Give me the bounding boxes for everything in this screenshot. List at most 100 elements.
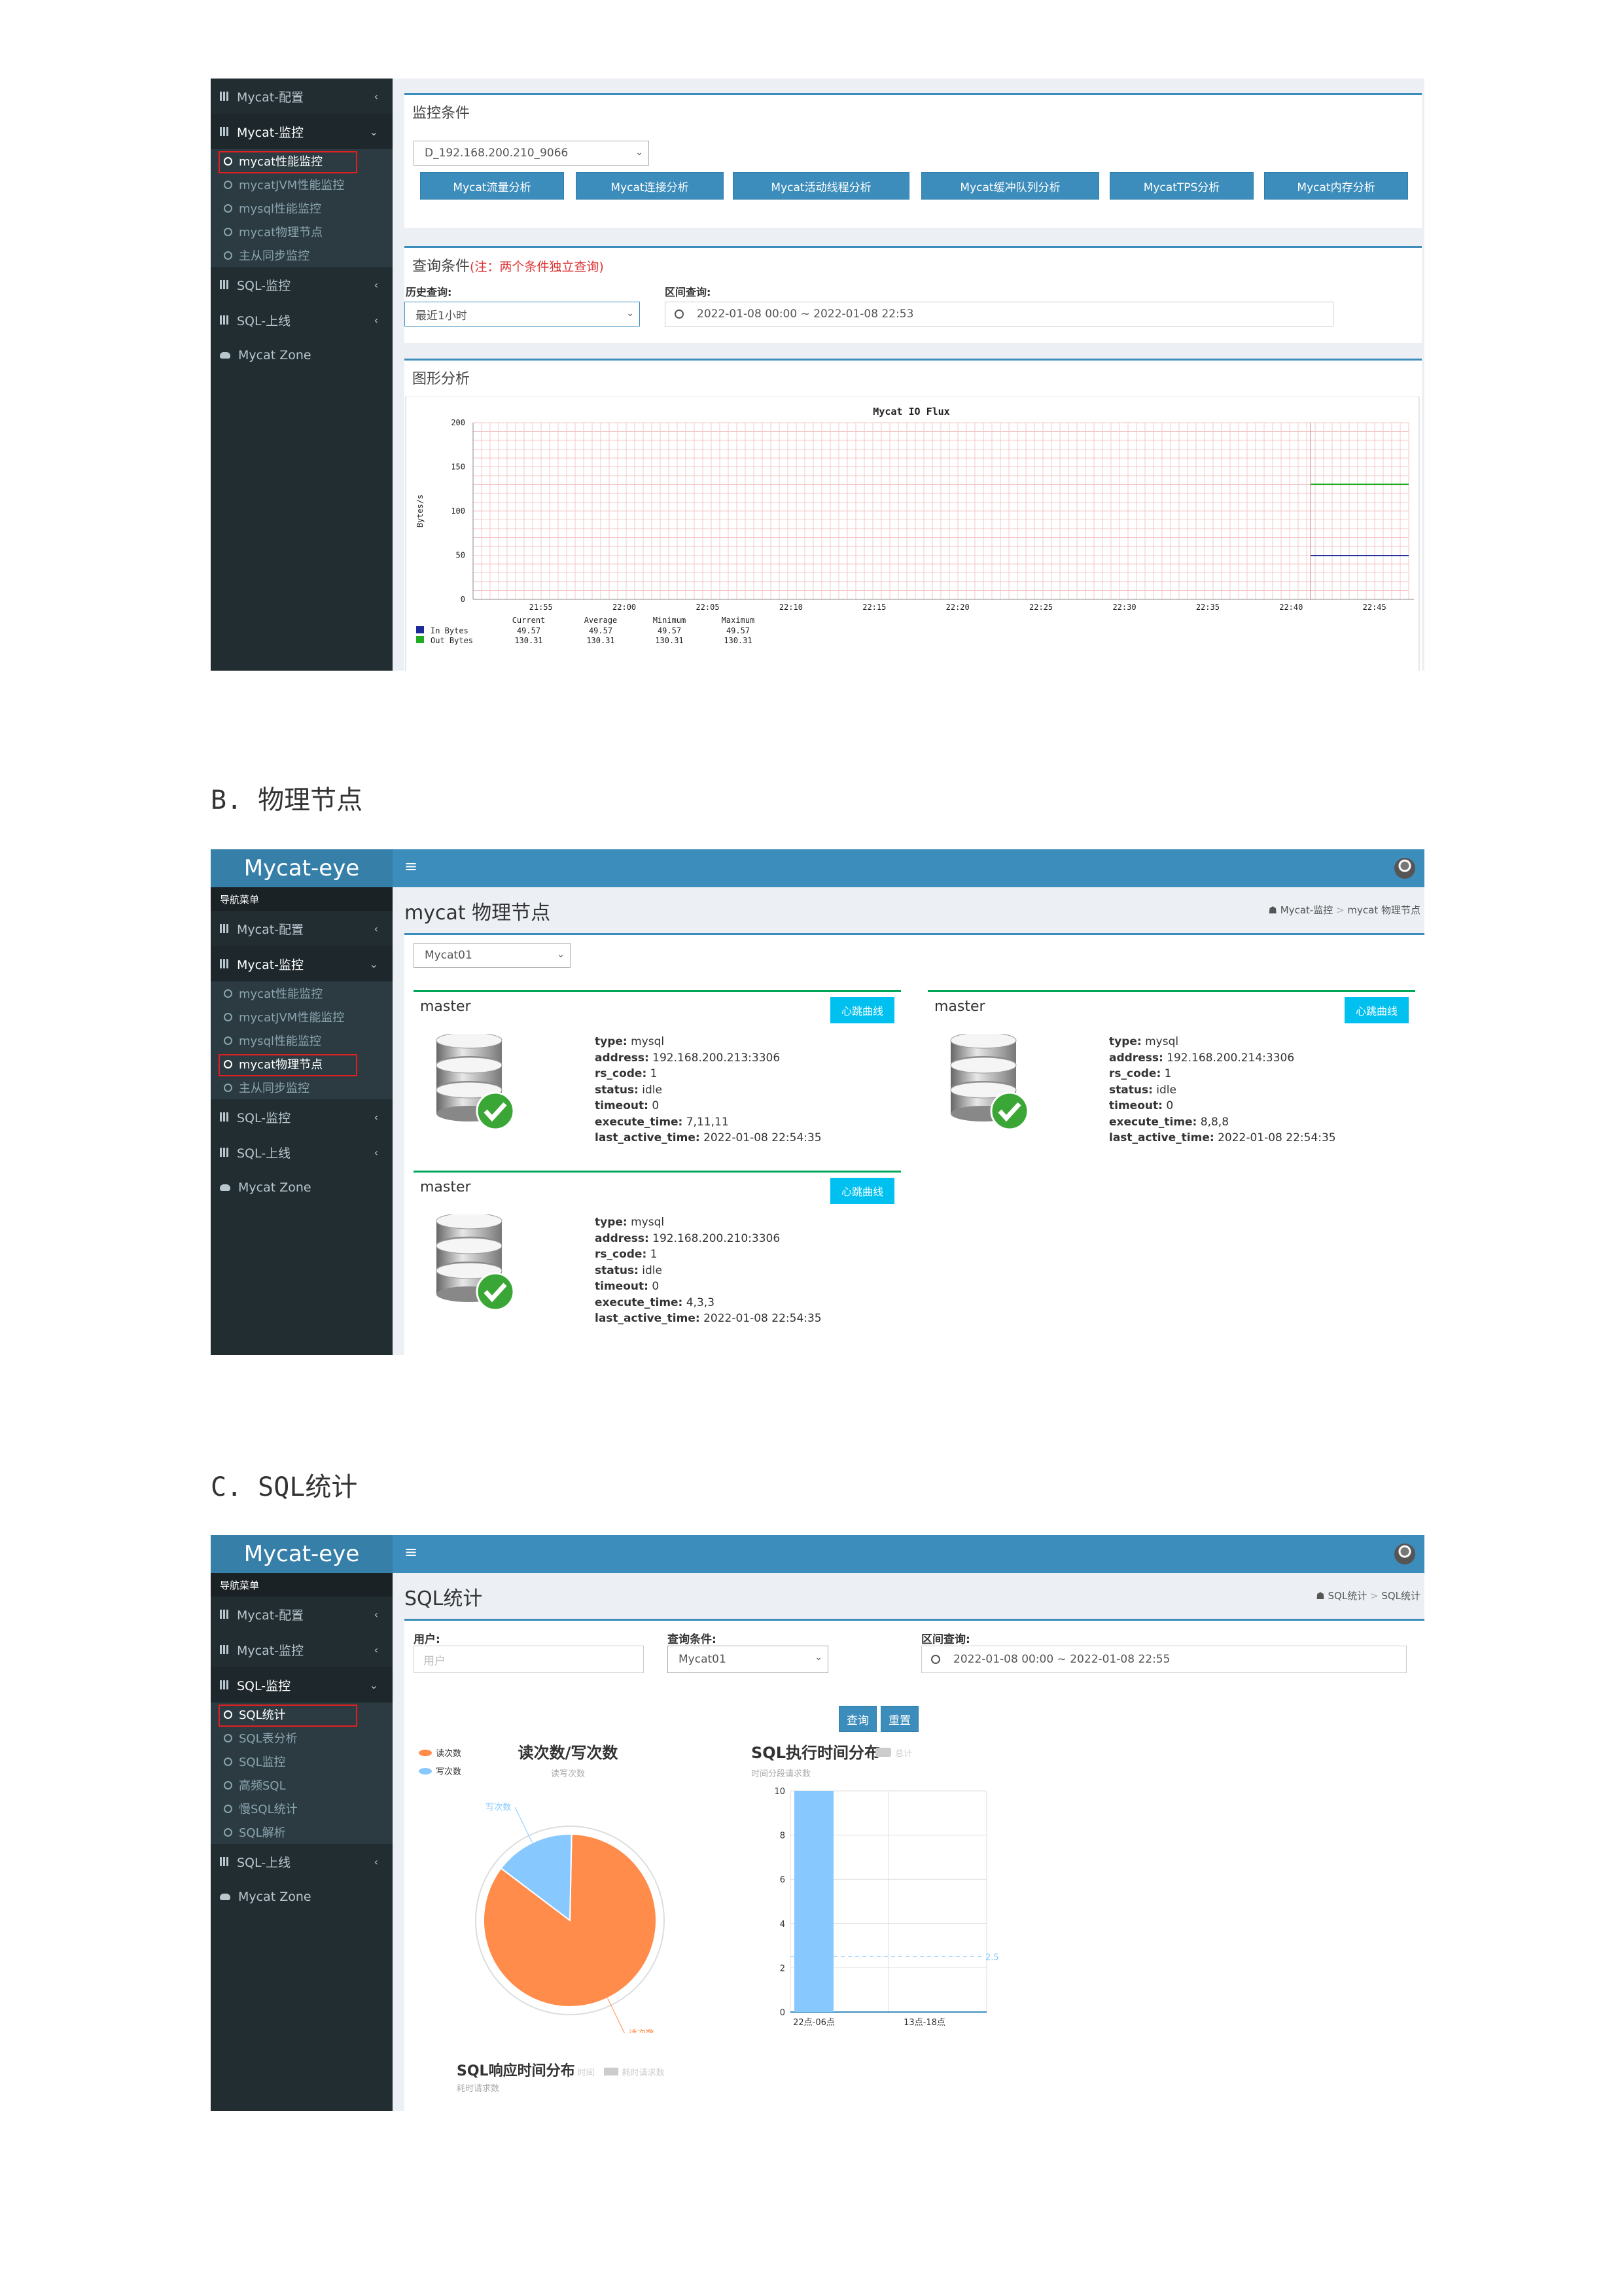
field-label: rs_code:: [595, 1248, 647, 1261]
menu-mycat-monitor[interactable]: Mycat-监控 ‹: [211, 1632, 393, 1667]
submenu-item-mysql-performance[interactable]: mysql性能监控: [211, 196, 393, 220]
menu-toggle-icon[interactable]: ≡: [404, 857, 417, 875]
heartbeat-button[interactable]: 心跳曲线: [830, 997, 894, 1023]
submenu-item-high-freq-sql[interactable]: 高频SQL: [211, 1773, 393, 1797]
range-input[interactable]: 2022-01-08 00:00 ~ 2022-01-08 22:53: [665, 302, 1333, 327]
user-avatar[interactable]: [1394, 1544, 1415, 1564]
grid-icon: [220, 1857, 229, 1866]
submenu-item-mycat-jvm[interactable]: mycatJVM性能监控: [211, 173, 393, 196]
submenu-label: 高频SQL: [239, 1779, 286, 1793]
menu-mycat-monitor[interactable]: Mycat-监控 ⌄: [211, 114, 393, 149]
node-field-address: address: 192.168.200.214:3306: [1109, 1050, 1336, 1067]
submenu-item-physical-node[interactable]: mycat物理节点: [211, 220, 393, 243]
buffer-queue-analysis-button[interactable]: Mycat缓冲队列分析: [921, 172, 1099, 200]
menu-label: Mycat-监控: [237, 1643, 304, 1658]
chart-subtitle: 读写次数: [551, 1769, 585, 1779]
brand-logo[interactable]: Mycat-eye: [211, 849, 393, 887]
submenu-mycat-monitor: mycat性能监控 mycatJVM性能监控 mysql性能监控 mycat物理…: [211, 149, 393, 267]
breadcrumb-sep: >: [1333, 904, 1348, 916]
breadcrumb-item[interactable]: SQL统计: [1328, 1590, 1367, 1602]
submenu-label: mycatJVM性能监控: [239, 1011, 345, 1025]
datasource-select[interactable]: D_192.168.200.210_9066 ⌄: [414, 141, 649, 166]
condition-select[interactable]: Mycat01 ⌄: [667, 1646, 828, 1673]
submenu-label: SQL表分析: [239, 1732, 298, 1746]
breadcrumb-sep: >: [1367, 1590, 1382, 1602]
top-navbar: ≡: [393, 849, 1424, 887]
circle-icon: [224, 251, 232, 260]
submenu-item-sql-table[interactable]: SQL表分析: [211, 1726, 393, 1750]
menu-sql-online[interactable]: SQL-上线 ‹: [211, 1135, 393, 1170]
chevron-down-icon: ⌄: [369, 1678, 378, 1691]
submenu-item-mycat-jvm[interactable]: mycatJVM性能监控: [211, 1005, 393, 1029]
legend-value: 130.31: [586, 636, 614, 645]
menu-mycat-zone[interactable]: Mycat Zone: [211, 1170, 393, 1205]
menu-sql-online[interactable]: SQL-上线 ‹: [211, 1844, 393, 1879]
chevron-left-icon: ‹: [374, 922, 378, 935]
menu-mycat-zone[interactable]: Mycat Zone: [211, 338, 393, 373]
submenu-item-replication[interactable]: 主从同步监控: [211, 243, 393, 267]
menu-sql-online[interactable]: SQL-上线 ‹: [211, 302, 393, 338]
submenu-item-mycat-performance[interactable]: mycat性能监控: [211, 981, 393, 1005]
chevron-down-icon: ⌄: [557, 949, 565, 960]
legend-label: 写次数: [436, 1767, 461, 1777]
submenu-item-mycat-performance[interactable]: mycat性能监控: [211, 149, 393, 173]
field-label: timeout:: [1109, 1099, 1163, 1112]
submenu-item-sql-monitor[interactable]: SQL监控: [211, 1750, 393, 1773]
section-title: 物理节点: [258, 785, 363, 815]
query-button[interactable]: 查询: [839, 1706, 877, 1732]
brand-logo[interactable]: Mycat-eye: [211, 1535, 393, 1573]
menu-mycat-config[interactable]: Mycat-配置 ‹: [211, 1597, 393, 1632]
range-input[interactable]: 2022-01-08 00:00 ~ 2022-01-08 22:55: [921, 1646, 1407, 1673]
chevron-left-icon: ‹: [374, 313, 378, 327]
submenu-item-replication[interactable]: 主从同步监控: [211, 1076, 393, 1099]
menu-label: Mycat Zone: [238, 348, 311, 362]
user-avatar[interactable]: [1394, 858, 1415, 879]
tps-analysis-button[interactable]: MycatTPS分析: [1110, 172, 1254, 200]
thread-analysis-button[interactable]: Mycat活动线程分析: [733, 172, 909, 200]
menu-sql-monitor[interactable]: SQL-监控 ‹: [211, 267, 393, 302]
x-tick-label: 21:55: [529, 603, 553, 612]
menu-toggle-icon[interactable]: ≡: [404, 1543, 417, 1561]
node-select[interactable]: Mycat01 ⌄: [414, 943, 571, 968]
breadcrumb-item[interactable]: Mycat-监控: [1280, 904, 1333, 916]
node-field-rs_code: rs_code: 1: [595, 1246, 822, 1263]
menu-label: Mycat-配置: [237, 90, 304, 105]
field-label: type:: [595, 1035, 627, 1048]
node-field-timeout: timeout: 0: [595, 1279, 822, 1295]
submenu-item-mysql-performance[interactable]: mysql性能监控: [211, 1029, 393, 1052]
flow-analysis-button[interactable]: Mycat流量分析: [420, 172, 564, 200]
submenu-item-slow-sql[interactable]: 慢SQL统计: [211, 1797, 393, 1820]
user-input[interactable]: 用户: [414, 1646, 644, 1673]
submenu-item-sql-stats[interactable]: SQL统计: [211, 1703, 393, 1727]
node-info: type: mysql address: 192.168.200.210:3306…: [595, 1214, 822, 1327]
y-tick-label: 50: [456, 551, 465, 560]
history-select[interactable]: 最近1小时 ⌄: [404, 302, 640, 327]
menu-sql-monitor[interactable]: SQL-监控 ‹: [211, 1099, 393, 1135]
y-tick-label: 4: [780, 1920, 785, 1930]
reset-button[interactable]: 重置: [881, 1706, 919, 1732]
field-label: rs_code:: [595, 1067, 647, 1080]
legend-value: 49.57: [589, 626, 612, 635]
menu-mycat-zone[interactable]: Mycat Zone: [211, 1879, 393, 1915]
select-value: D_192.168.200.210_9066: [425, 147, 569, 160]
menu-sql-monitor[interactable]: SQL-监控 ⌄: [211, 1667, 393, 1703]
menu-mycat-config[interactable]: Mycat-配置 ‹: [211, 911, 393, 946]
breadcrumb: ☗ Mycat-监控 > mycat 物理节点: [1269, 903, 1420, 917]
memory-analysis-button[interactable]: Mycat内存分析: [1264, 172, 1408, 200]
field-value: mysql: [631, 1035, 665, 1048]
node-field-timeout: timeout: 0: [1109, 1098, 1336, 1114]
field-label: last_active_time:: [595, 1131, 700, 1144]
heartbeat-button[interactable]: 心跳曲线: [1345, 997, 1409, 1023]
condition-label: 查询条件:: [667, 1633, 716, 1646]
y-tick-label: 200: [451, 418, 465, 427]
field-value: 2022-01-08 22:54:35: [703, 1312, 822, 1325]
menu-mycat-config[interactable]: Mycat-配置 ‹: [211, 79, 393, 114]
submenu-item-physical-node[interactable]: mycat物理节点: [211, 1052, 393, 1076]
menu-mycat-monitor[interactable]: Mycat-监控 ⌄: [211, 946, 393, 981]
heartbeat-button[interactable]: 心跳曲线: [830, 1178, 894, 1204]
submenu-item-sql-parse[interactable]: SQL解析: [211, 1820, 393, 1844]
pie-label-line: [514, 1807, 533, 1843]
connection-analysis-button[interactable]: Mycat连接分析: [576, 172, 724, 200]
chevron-down-icon: ⌄: [369, 125, 378, 138]
menu-label: SQL-上线: [237, 313, 291, 328]
